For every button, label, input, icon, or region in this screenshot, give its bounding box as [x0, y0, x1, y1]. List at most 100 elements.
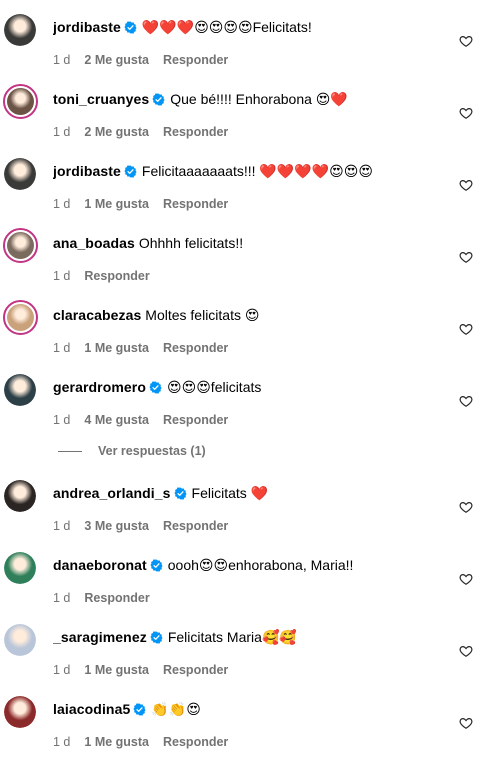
reply-button[interactable]: Responder	[163, 663, 228, 677]
comment-row: ana_boadas Ohhhh felicitats!! 1 d Responde…	[0, 228, 482, 300]
verified-badge-icon	[124, 20, 137, 34]
avatar-image	[4, 552, 36, 584]
comment-likes[interactable]: 3 Me gusta	[84, 519, 149, 533]
comment-text: Felicitats ❤️	[191, 485, 269, 501]
comment-text: Felicitaaaaaaats!!! ❤️❤️❤️❤️😍😍😍	[141, 163, 373, 179]
comment-meta: 1 d 4 Me gusta Responder	[53, 412, 228, 428]
comment-username[interactable]: jordibaste	[53, 163, 121, 179]
comment-content: gerardromero 😍😍😍felicitats	[53, 378, 442, 396]
avatar[interactable]	[4, 624, 36, 656]
reply-button[interactable]: Responder	[163, 53, 228, 67]
comment-username[interactable]: andrea_orlandi_s	[53, 485, 171, 501]
avatar[interactable]	[4, 158, 36, 190]
comment-username[interactable]: toni_cruanyes	[53, 91, 149, 107]
comment-likes[interactable]: 1 Me gusta	[84, 197, 149, 211]
avatar-image	[7, 304, 34, 331]
avatar-image	[7, 88, 34, 115]
comment-meta: 1 d 1 Me gusta Responder	[53, 340, 228, 356]
comment-text: Moltes felicitats 😍	[145, 307, 260, 323]
comment-text: Ohhhh felicitats!!	[138, 235, 244, 251]
comment-likes[interactable]: 1 Me gusta	[84, 735, 149, 749]
like-heart-icon[interactable]	[459, 106, 473, 120]
comment-row: _saragimenez Felicitats Maria🥰🥰 1 d 1 Me gu…	[0, 622, 482, 694]
like-heart-icon[interactable]	[459, 250, 473, 264]
like-heart-icon[interactable]	[459, 572, 473, 586]
reply-button[interactable]: Responder	[163, 197, 228, 211]
comment-text: 👏👏😍	[151, 701, 201, 717]
comment-row: toni_cruanyes Que bé!!!! Enhorabona 😍❤️ 1 …	[0, 84, 482, 156]
avatar[interactable]	[4, 552, 36, 584]
avatar-image	[4, 480, 36, 512]
view-replies-button[interactable]: Ver respuestas (1)	[58, 443, 206, 459]
verified-badge-icon	[124, 164, 137, 178]
verified-badge-icon	[150, 558, 163, 572]
comment-meta: 1 d 2 Me gusta Responder	[53, 52, 228, 68]
avatar[interactable]	[4, 374, 36, 406]
comment-text: ❤️❤️❤️😍😍😍😍Felicitats!	[141, 19, 312, 35]
reply-button[interactable]: Responder	[84, 591, 149, 605]
reply-button[interactable]: Responder	[163, 125, 228, 139]
comment-row: claracabezas Moltes felicitats 😍 1 d 1 Me …	[0, 300, 482, 372]
avatar[interactable]	[3, 84, 38, 119]
comment-username[interactable]: gerardromero	[53, 379, 146, 395]
comment-text: Que bé!!!! Enhorabona 😍❤️	[170, 91, 348, 107]
comment-username[interactable]: danaeboronat	[53, 557, 147, 573]
comment-username[interactable]: _saragimenez	[53, 629, 147, 645]
comment-time: 1 d	[53, 269, 71, 283]
comment-text: Felicitats Maria🥰🥰	[167, 629, 297, 645]
avatar[interactable]	[3, 300, 38, 335]
avatar[interactable]	[3, 228, 38, 263]
comment-username[interactable]: ana_boadas	[53, 235, 135, 251]
avatar[interactable]	[4, 696, 36, 728]
comment-content: jordibaste ❤️❤️❤️😍😍😍😍Felicitats!	[53, 18, 442, 36]
comment-likes[interactable]: 4 Me gusta	[84, 413, 149, 427]
like-heart-icon[interactable]	[459, 394, 473, 408]
reply-button[interactable]: Responder	[84, 269, 149, 283]
avatar-image	[4, 696, 36, 728]
comment-meta: 1 d Responder	[53, 268, 150, 284]
avatar[interactable]	[4, 480, 36, 512]
avatar-image	[4, 374, 36, 406]
reply-button[interactable]: Responder	[163, 413, 228, 427]
replies-divider	[58, 451, 82, 453]
comment-content: toni_cruanyes Que bé!!!! Enhorabona 😍❤️	[53, 90, 442, 108]
verified-badge-icon	[149, 380, 162, 394]
like-heart-icon[interactable]	[459, 716, 473, 730]
like-heart-icon[interactable]	[459, 34, 473, 48]
comment-content: andrea_orlandi_s Felicitats ❤️	[53, 484, 442, 502]
comment-time: 1 d	[53, 591, 71, 605]
comment-username[interactable]: jordibaste	[53, 19, 121, 35]
verified-badge-icon	[174, 486, 187, 500]
comment-content: _saragimenez Felicitats Maria🥰🥰	[53, 628, 442, 646]
like-heart-icon[interactable]	[459, 322, 473, 336]
comment-text: 😍😍😍felicitats	[167, 379, 262, 395]
reply-button[interactable]: Responder	[163, 341, 228, 355]
comment-time: 1 d	[53, 341, 71, 355]
comment-username[interactable]: laiacodina5	[53, 701, 130, 717]
comment-time: 1 d	[53, 735, 71, 749]
comment-meta: 1 d 1 Me gusta Responder	[53, 196, 228, 212]
comment-likes[interactable]: 1 Me gusta	[84, 341, 149, 355]
comment-time: 1 d	[53, 663, 71, 677]
comment-row: andrea_orlandi_s Felicitats ❤️ 1 d 3 Me gus…	[0, 478, 482, 550]
comment-row: jordibaste Felicitaaaaaaats!!! ❤️❤️❤️❤️😍😍…	[0, 156, 482, 228]
comment-likes[interactable]: 2 Me gusta	[84, 53, 149, 67]
like-heart-icon[interactable]	[459, 178, 473, 192]
comment-row: gerardromero 😍😍😍felicitats 1 d 4 Me gusta Re…	[0, 372, 482, 444]
avatar-image	[4, 158, 36, 190]
comment-meta: 1 d 1 Me gusta Responder	[53, 734, 228, 750]
comment-time: 1 d	[53, 125, 71, 139]
comment-time: 1 d	[53, 197, 71, 211]
comment-likes[interactable]: 2 Me gusta	[84, 125, 149, 139]
comment-meta: 1 d Responder	[53, 590, 150, 606]
like-heart-icon[interactable]	[459, 644, 473, 658]
reply-button[interactable]: Responder	[163, 735, 228, 749]
comment-content: danaeboronat oooh😍😍enhorabona, Maria!!	[53, 556, 442, 574]
avatar[interactable]	[4, 14, 36, 46]
comment-likes[interactable]: 1 Me gusta	[84, 663, 149, 677]
avatar-image	[4, 14, 36, 46]
avatar-image	[7, 232, 34, 259]
reply-button[interactable]: Responder	[163, 519, 228, 533]
comment-username[interactable]: claracabezas	[53, 307, 141, 323]
like-heart-icon[interactable]	[459, 500, 473, 514]
